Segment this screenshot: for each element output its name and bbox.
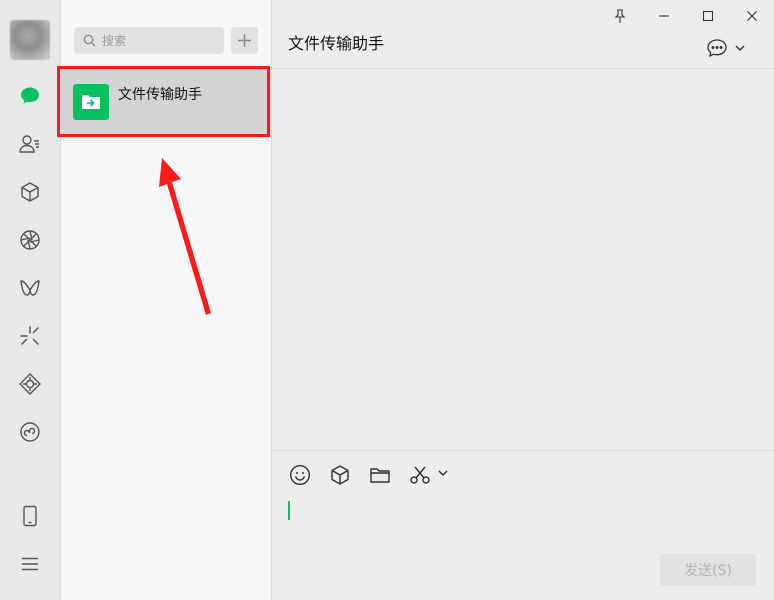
header-divider — [272, 68, 774, 69]
channels-icon[interactable] — [18, 276, 42, 300]
input-divider — [272, 450, 774, 451]
folder-icon[interactable] — [369, 464, 391, 486]
pin-icon[interactable] — [610, 8, 630, 24]
minimize-icon[interactable] — [654, 8, 674, 24]
search-input[interactable] — [102, 27, 217, 54]
add-button[interactable] — [231, 27, 258, 54]
folder-transfer-icon — [81, 93, 101, 111]
conversation-list: 文件传输助手 — [61, 0, 272, 600]
nav-rail — [0, 0, 61, 600]
send-button[interactable]: 发送(S) — [660, 554, 756, 586]
close-icon[interactable] — [742, 8, 762, 24]
text-cursor — [288, 501, 290, 520]
contacts-icon[interactable] — [18, 132, 42, 156]
chat-icon[interactable] — [18, 84, 42, 108]
favorites-icon[interactable] — [329, 464, 351, 486]
chat-bubble-icon — [706, 38, 728, 58]
chat-name: 文件传输助手 — [118, 87, 202, 103]
discover-icon[interactable] — [18, 324, 42, 348]
phone-icon[interactable] — [18, 504, 42, 528]
maximize-icon[interactable] — [698, 8, 718, 24]
moments-icon[interactable] — [18, 228, 42, 252]
mini-programs-icon[interactable] — [18, 420, 42, 444]
chat-title: 文件传输助手 — [288, 34, 385, 53]
avatar[interactable] — [10, 20, 50, 60]
chevron-down-icon[interactable] — [438, 469, 448, 477]
search-icon — [83, 34, 96, 47]
favorites-icon[interactable] — [18, 180, 42, 204]
menu-icon[interactable] — [18, 552, 42, 576]
search-box[interactable] — [74, 27, 224, 54]
search-discover-icon[interactable] — [18, 372, 42, 396]
chevron-down-icon — [735, 44, 745, 52]
chat-info-button[interactable] — [706, 38, 748, 58]
scissors-icon[interactable] — [409, 464, 431, 486]
chat-avatar — [73, 84, 109, 120]
plus-icon — [237, 33, 252, 48]
emoji-icon[interactable] — [289, 464, 311, 486]
chat-list-item[interactable]: 文件传输助手 — [61, 69, 271, 137]
chat-panel: 文件传输助手 发送(S) — [272, 0, 774, 600]
